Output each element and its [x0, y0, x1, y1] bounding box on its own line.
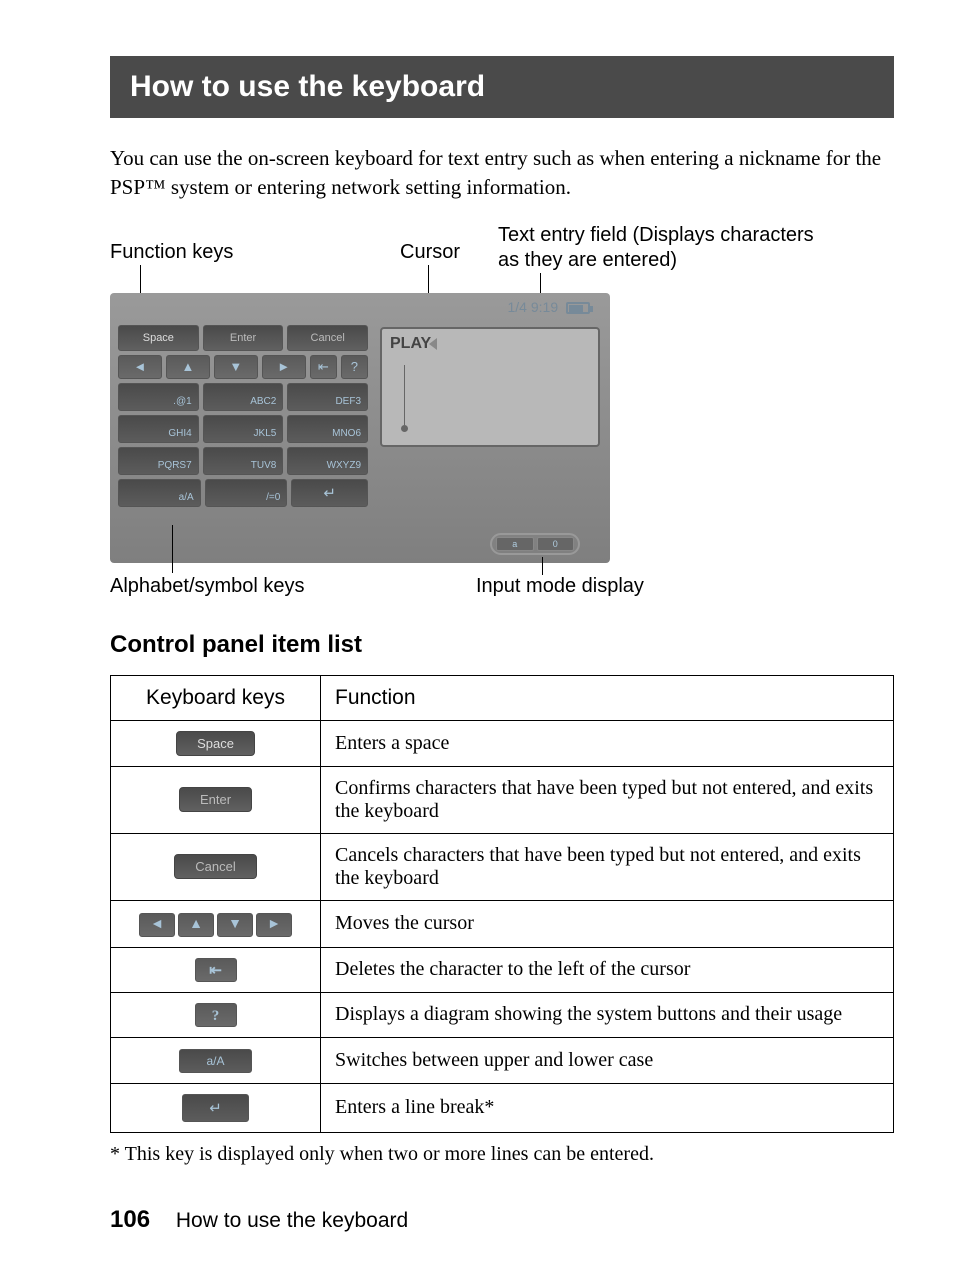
arrow-up-key[interactable]: ▲: [166, 355, 210, 379]
table-header-function: Function: [321, 675, 894, 720]
table-row: ? Displays a diagram showing the system …: [111, 992, 894, 1037]
help-key-icon: ?: [195, 1003, 237, 1027]
row-desc: Enters a space: [321, 720, 894, 766]
table-row: ⇤ Deletes the character to the left of t…: [111, 947, 894, 992]
key-def3[interactable]: DEF3: [287, 383, 368, 411]
row-desc: Enters a line break*: [321, 1083, 894, 1132]
keyboard-diagram: Function keys Cursor Text entry field (D…: [110, 223, 830, 603]
arrow-down-icon: ▼: [217, 913, 253, 937]
cancel-key[interactable]: Cancel: [287, 325, 368, 351]
text-cursor-dot: [401, 425, 408, 432]
table-row: ↵ Enters a line break*: [111, 1083, 894, 1132]
leader-line: [140, 265, 141, 297]
arrow-left-icon: ◄: [139, 913, 175, 937]
label-input-mode: Input mode display: [476, 575, 644, 598]
help-key[interactable]: ?: [341, 355, 368, 379]
text-entry-field[interactable]: PLAY: [380, 327, 600, 447]
footnote: * This key is displayed only when two or…: [110, 1143, 894, 1166]
leader-line: [172, 525, 173, 573]
row-desc: Confirms characters that have been typed…: [321, 766, 894, 833]
key-mno6[interactable]: MNO6: [287, 415, 368, 443]
input-mode-display: a 0: [490, 533, 580, 555]
key-abc2[interactable]: ABC2: [203, 383, 284, 411]
status-time: 1/4 9:19: [508, 299, 559, 315]
arrow-right-key[interactable]: ►: [262, 355, 306, 379]
text-cursor-icon: [429, 338, 437, 350]
text-field-value: PLAY: [390, 335, 431, 352]
case-key-icon: a/A: [179, 1049, 251, 1073]
row-desc: Moves the cursor: [321, 900, 894, 947]
key-linebreak[interactable]: ↵: [291, 479, 368, 507]
row-desc: Switches between upper and lower case: [321, 1037, 894, 1083]
key-0[interactable]: /=0: [205, 479, 288, 507]
backspace-key-icon: ⇤: [195, 958, 237, 982]
key-1[interactable]: .@1: [118, 383, 199, 411]
enter-key-icon: Enter: [179, 787, 252, 812]
page-footer: 106 How to use the keyboard: [110, 1206, 894, 1234]
battery-icon: [566, 302, 590, 314]
table-row: Cancel Cancels characters that have been…: [111, 833, 894, 900]
table-row: Space Enters a space: [111, 720, 894, 766]
label-text-field: Text entry field (Displays characters as…: [498, 223, 828, 273]
page-title: How to use the keyboard: [110, 56, 894, 118]
mode-alpha: a: [496, 537, 534, 551]
table-row: Enter Confirms characters that have been…: [111, 766, 894, 833]
row-desc: Cancels characters that have been typed …: [321, 833, 894, 900]
arrow-down-key[interactable]: ▼: [214, 355, 258, 379]
table-header-keys: Keyboard keys: [111, 675, 321, 720]
row-desc: Deletes the character to the left of the…: [321, 947, 894, 992]
key-ghi4[interactable]: GHI4: [118, 415, 199, 443]
row-desc: Displays a diagram showing the system bu…: [321, 992, 894, 1037]
arrow-cluster-icon: ◄ ▲ ▼ ►: [139, 913, 292, 937]
table-row: ◄ ▲ ▼ ► Moves the cursor: [111, 900, 894, 947]
cancel-key-icon: Cancel: [174, 854, 256, 879]
leader-line: [542, 557, 543, 575]
label-function-keys: Function keys: [110, 241, 233, 264]
keyboard-key-grid: Space Enter Cancel ◄ ▲ ▼ ► ⇤ ? .@1 ABC2 …: [118, 325, 368, 511]
label-cursor: Cursor: [400, 241, 460, 264]
mode-numeric: 0: [537, 537, 575, 551]
keyboard-panel: 1/4 9:19 Space Enter Cancel ◄ ▲ ▼ ► ⇤ ?: [110, 293, 610, 563]
intro-text: You can use the on-screen keyboard for t…: [110, 144, 894, 203]
key-wxyz9[interactable]: WXYZ9: [287, 447, 368, 475]
key-jkl5[interactable]: JKL5: [203, 415, 284, 443]
page-number: 106: [110, 1206, 150, 1233]
linebreak-key-icon: ↵: [182, 1094, 249, 1122]
label-alpha-keys: Alphabet/symbol keys: [110, 575, 305, 598]
key-tuv8[interactable]: TUV8: [203, 447, 284, 475]
text-cursor-line: [404, 365, 405, 425]
arrow-up-icon: ▲: [178, 913, 214, 937]
enter-key[interactable]: Enter: [203, 325, 284, 351]
space-key-icon: Space: [176, 731, 255, 756]
section-heading: Control panel item list: [110, 631, 894, 659]
key-case[interactable]: a/A: [118, 479, 201, 507]
footer-title: How to use the keyboard: [176, 1209, 408, 1232]
space-key[interactable]: Space: [118, 325, 199, 351]
table-row: a/A Switches between upper and lower cas…: [111, 1037, 894, 1083]
arrow-right-icon: ►: [256, 913, 292, 937]
arrow-left-key[interactable]: ◄: [118, 355, 162, 379]
backspace-key[interactable]: ⇤: [310, 355, 337, 379]
key-pqrs7[interactable]: PQRS7: [118, 447, 199, 475]
control-panel-table: Keyboard keys Function Space Enters a sp…: [110, 675, 894, 1133]
status-bar: 1/4 9:19: [116, 299, 604, 323]
